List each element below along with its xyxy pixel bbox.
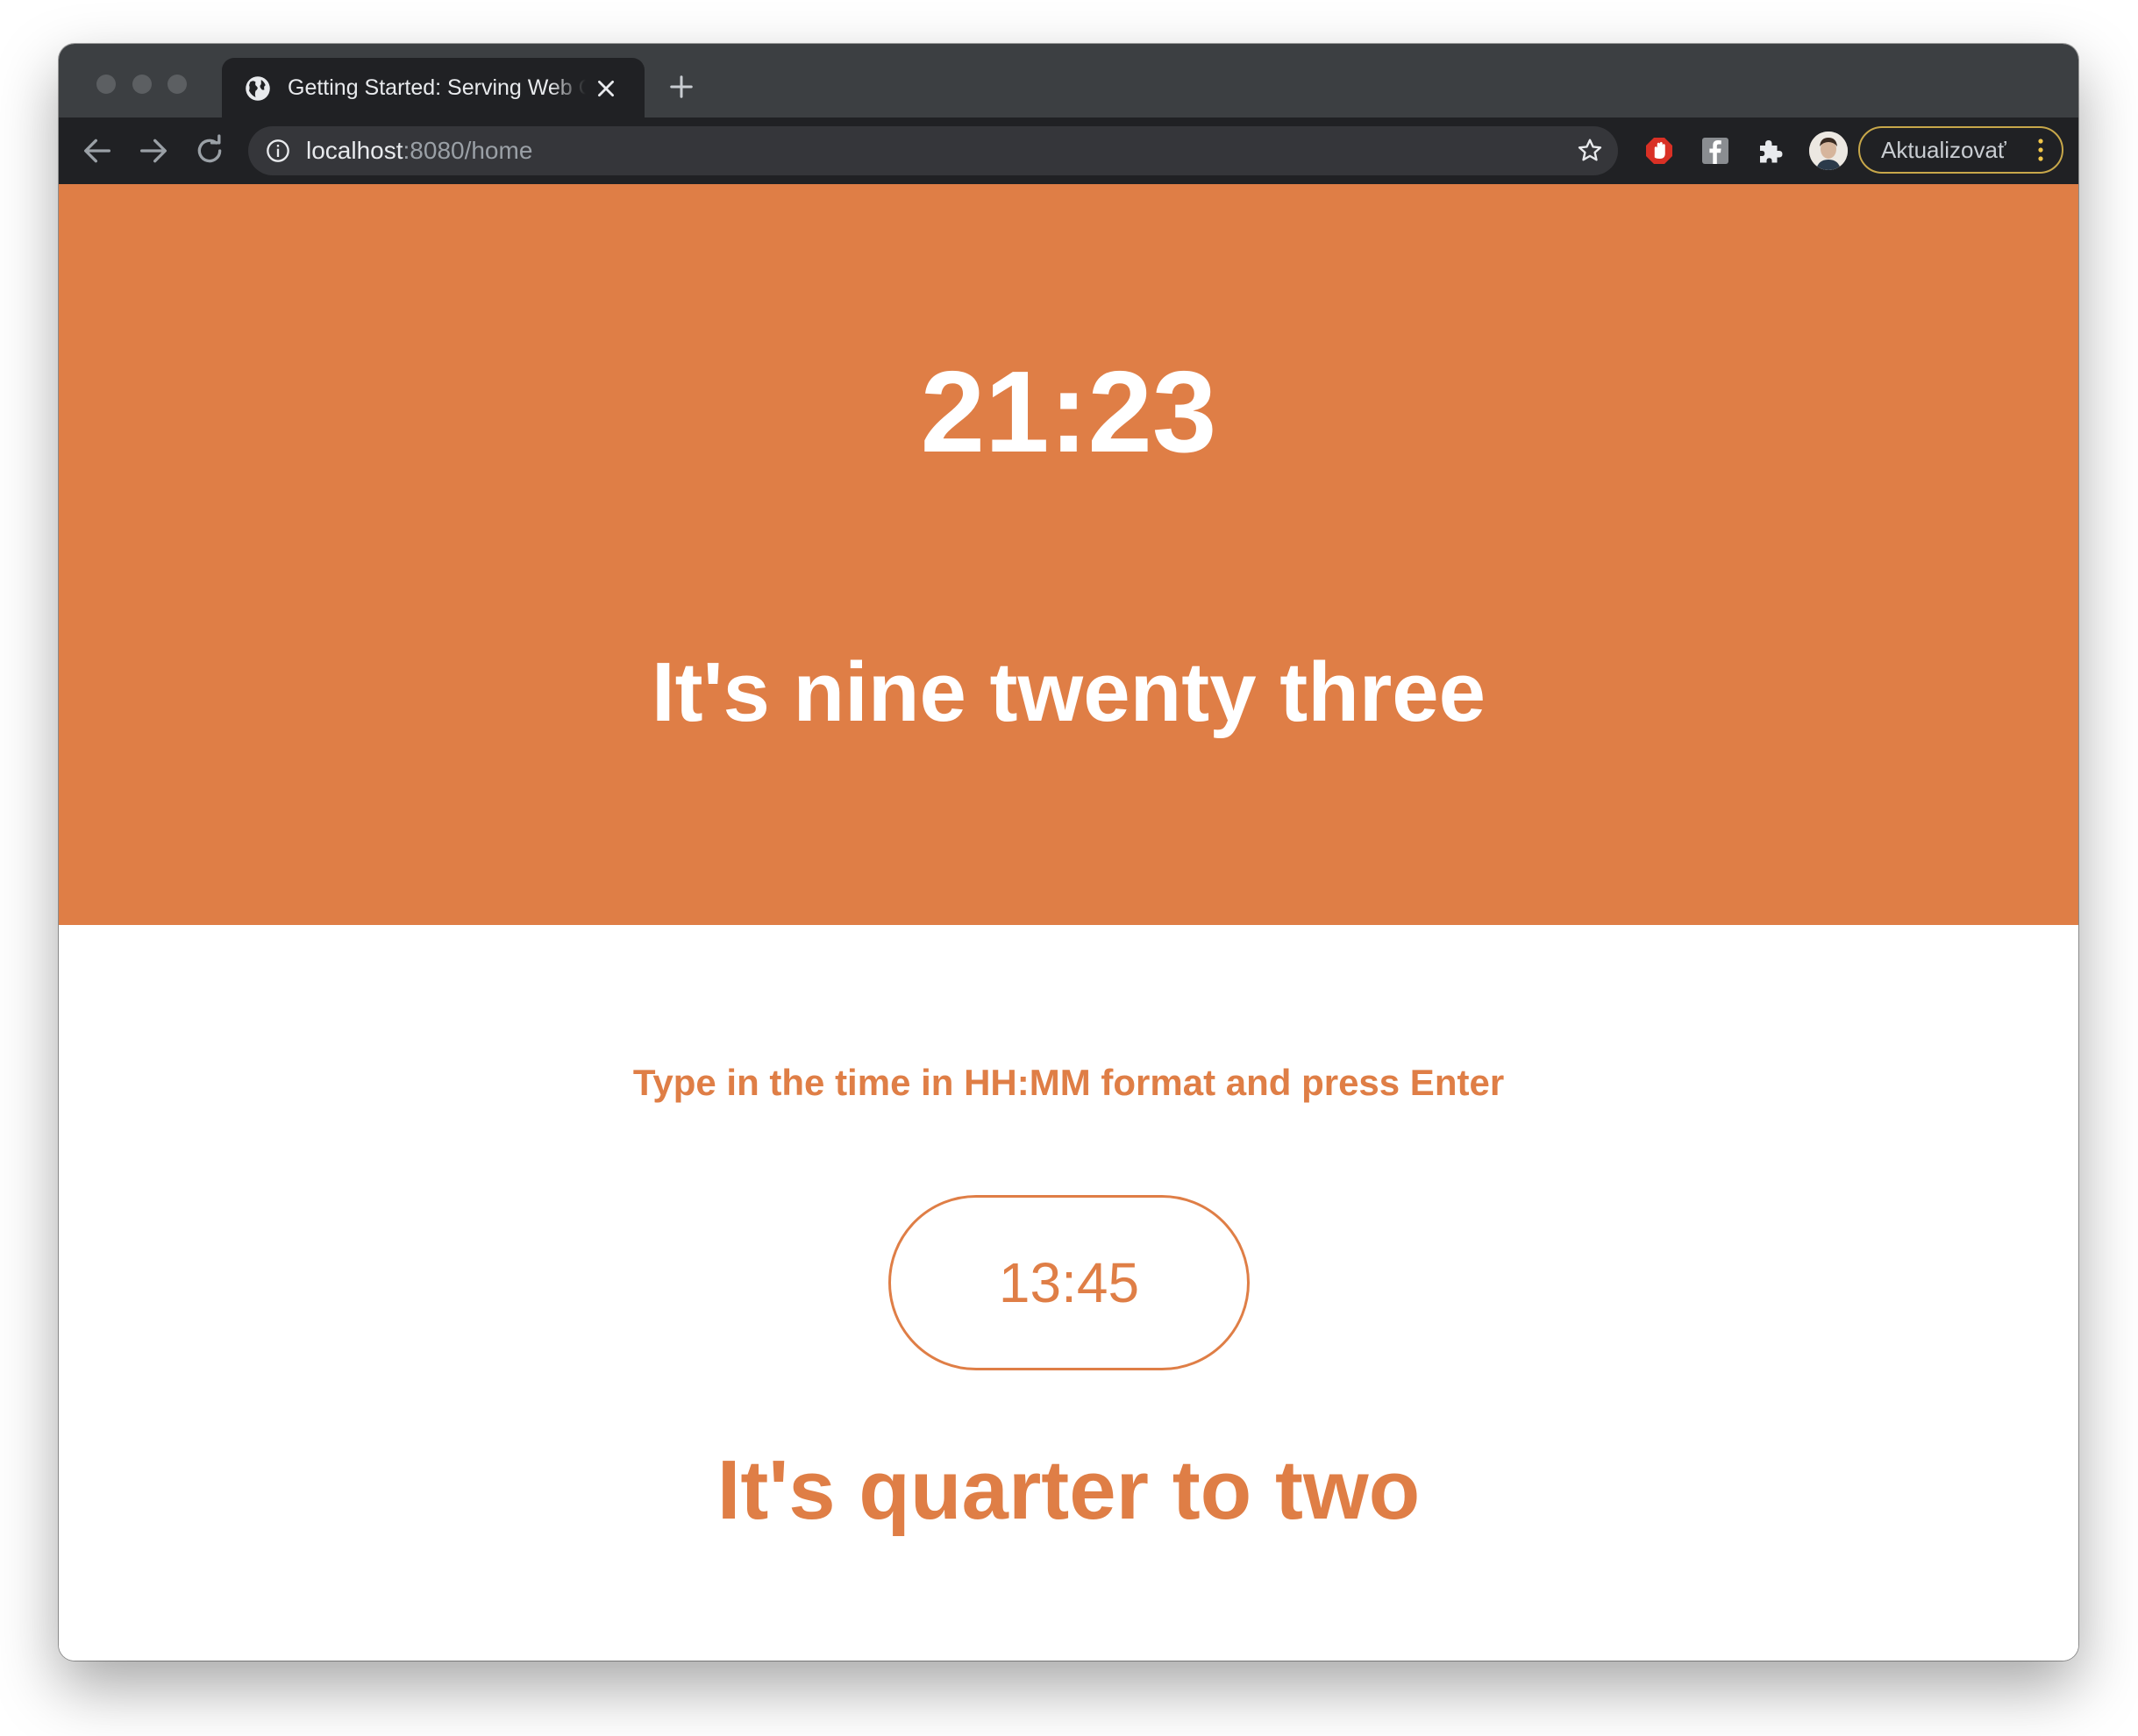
current-time-panel: 21:23 It's nine twenty three bbox=[59, 184, 2078, 925]
update-button-label: Aktualizovať bbox=[1881, 137, 2006, 163]
tab-title: Getting Started: Serving Web Content bbox=[288, 75, 586, 100]
info-icon[interactable] bbox=[266, 139, 290, 163]
puzzle-icon[interactable] bbox=[1755, 135, 1786, 167]
browser-window: Getting Started: Serving Web Content bbox=[59, 44, 2078, 1661]
facebook-icon[interactable] bbox=[1700, 135, 1731, 167]
page-content: 21:23 It's nine twenty three Type in the… bbox=[59, 184, 2078, 1661]
globe-icon bbox=[246, 76, 270, 101]
converted-time-words: It's quarter to two bbox=[716, 1443, 1421, 1537]
star-icon[interactable] bbox=[1576, 137, 1604, 165]
close-icon[interactable] bbox=[595, 77, 617, 100]
adblock-icon[interactable] bbox=[1643, 135, 1675, 167]
tab-strip: Getting Started: Serving Web Content bbox=[59, 44, 2078, 117]
close-window-button[interactable] bbox=[96, 75, 116, 94]
current-time: 21:23 bbox=[920, 347, 1217, 476]
avatar[interactable] bbox=[1809, 132, 1848, 170]
browser-toolbar: localhost:8080/home Aktualizovať bbox=[59, 117, 2078, 184]
current-time-words: It's nine twenty three bbox=[652, 645, 1486, 739]
browser-tab[interactable]: Getting Started: Serving Web Content bbox=[222, 58, 645, 117]
input-instructions: Type in the time in HH:MM format and pre… bbox=[632, 1062, 1505, 1103]
plus-icon[interactable] bbox=[668, 74, 695, 100]
kebab-icon bbox=[2038, 139, 2043, 161]
url-path: :8080/home bbox=[403, 137, 533, 164]
reload-icon[interactable] bbox=[192, 133, 227, 168]
arrow-right-icon[interactable] bbox=[136, 133, 171, 168]
url-host: localhost bbox=[306, 137, 403, 164]
address-bar[interactable]: localhost:8080/home bbox=[248, 126, 1618, 175]
time-input[interactable] bbox=[888, 1195, 1250, 1370]
avatar-image bbox=[1809, 132, 1848, 170]
update-button[interactable]: Aktualizovať bbox=[1858, 126, 2063, 174]
url-text: localhost:8080/home bbox=[306, 126, 532, 175]
zoom-window-button[interactable] bbox=[167, 75, 187, 94]
minimize-window-button[interactable] bbox=[132, 75, 152, 94]
arrow-left-icon[interactable] bbox=[80, 133, 115, 168]
